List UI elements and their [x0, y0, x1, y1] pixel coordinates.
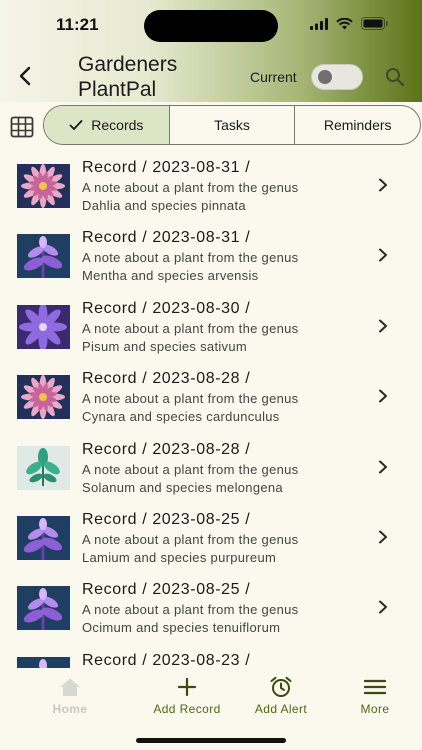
record-note-line: Dahlia and species pinnata [82, 198, 246, 213]
segmented-control: Records Tasks Reminders [43, 105, 421, 145]
segment-label: Reminders [323, 117, 392, 133]
status-icons [310, 17, 388, 30]
record-note-line: A note about a plant from the genus [82, 180, 299, 195]
record-note-line: Ocimum and species tenuiflorum [82, 620, 281, 636]
chevron-right-icon [379, 600, 387, 614]
battery-icon [361, 17, 388, 30]
segment-reminders[interactable]: Reminders [294, 106, 420, 144]
nav-add-record[interactable]: Add Record [137, 676, 237, 716]
plant-thumbnail [17, 656, 70, 668]
record-note-line: A note about a plant from the genus [82, 391, 299, 407]
record-row[interactable]: Record / 2023-08-23 / [0, 644, 422, 668]
record-row[interactable]: Record / 2023-08-30 / A note about a plan… [0, 292, 422, 362]
plant-thumbnail [17, 375, 70, 420]
plant-thumbnail [17, 445, 70, 490]
nav-home[interactable]: Home [20, 676, 120, 716]
app-header: 11:21 Gardeners PlantPal Current [0, 0, 422, 102]
chevron-right-icon [379, 460, 387, 474]
chevron-right-icon [379, 319, 387, 333]
nav-add-alert[interactable]: Add Alert [231, 676, 331, 716]
record-title: Record / 2023-08-31 / [82, 159, 251, 176]
record-row[interactable]: Record / 2023-08-25 / A note about a plan… [0, 503, 422, 573]
record-title: Record / 2023-08-28 / [82, 370, 251, 388]
alarm-clock-icon [270, 676, 292, 697]
dynamic-island [144, 10, 278, 42]
plant-thumbnail [17, 586, 70, 631]
record-note-line: Cynara and species cardunculus [82, 409, 280, 425]
nav-label: More [360, 702, 390, 716]
current-toggle[interactable] [311, 64, 363, 90]
record-title: Record / 2023-08-28 / [82, 440, 251, 458]
plant-thumbnail [17, 164, 70, 208]
record-title: Record / 2023-08-25 / [82, 511, 251, 528]
back-button[interactable] [12, 62, 38, 90]
records-list: Record / 2023-08-31 / A note about a plan… [0, 151, 422, 668]
home-indicator [136, 738, 286, 743]
record-row[interactable]: Record / 2023-08-25 / A note about a plan… [0, 573, 422, 643]
toggle-knob [318, 70, 332, 84]
segment-tasks[interactable]: Tasks [168, 106, 295, 144]
segment-records[interactable]: Records [44, 106, 169, 144]
record-note-line: A note about a plant from the genus [82, 320, 299, 336]
chevron-right-icon [379, 248, 387, 262]
record-row[interactable]: Record / 2023-08-31 / A note about a plan… [0, 151, 422, 221]
signal-icon [310, 17, 328, 30]
current-label: Current [250, 69, 297, 85]
record-title: Record / 2023-08-25 / [82, 581, 251, 599]
record-note-line: Mentha and species arvensis [82, 268, 259, 284]
menu-icon [364, 679, 386, 695]
home-icon [60, 678, 80, 696]
nav-more[interactable]: More [325, 676, 422, 716]
table-grid-icon[interactable] [10, 116, 34, 138]
checkmark-icon [69, 120, 83, 130]
record-title: Record / 2023-08-30 / [82, 299, 251, 317]
nav-label: Add Alert [254, 702, 308, 716]
chevron-right-icon [379, 389, 387, 403]
status-time: 11:21 [56, 15, 99, 34]
record-row[interactable]: Record / 2023-08-31 / A note about a plan… [0, 221, 422, 291]
record-note-line: Pisum and species sativum [82, 338, 248, 354]
wifi-icon [336, 17, 353, 29]
record-title: Record / 2023-08-23 / [82, 651, 251, 668]
record-note-line: Lamium and species purpureum [82, 550, 277, 565]
plant-thumbnail [17, 234, 70, 279]
record-row[interactable]: Record / 2023-08-28 / A note about a plan… [0, 362, 422, 432]
nav-label: Add Record [153, 702, 221, 716]
chevron-right-icon [379, 178, 387, 192]
segment-label: Tasks [214, 117, 250, 133]
plant-thumbnail [17, 516, 70, 560]
record-note-line: Solanum and species melongena [82, 479, 283, 495]
record-note-line: A note about a plant from the genus [82, 250, 299, 266]
record-note-line: A note about a plant from the genus [82, 532, 299, 547]
record-note-line: A note about a plant from the genus [82, 602, 299, 618]
search-icon[interactable] [384, 66, 406, 88]
chevron-right-icon [379, 530, 387, 544]
record-note-line: A note about a plant from the genus [82, 461, 299, 477]
segment-label: Records [91, 117, 144, 133]
plus-icon [177, 677, 197, 697]
record-row[interactable]: Record / 2023-08-28 / A note about a plan… [0, 433, 422, 503]
nav-label: Home [52, 702, 88, 716]
view-switcher: Records Tasks Reminders [0, 103, 422, 151]
app-title: Gardeners PlantPal [78, 53, 178, 101]
plant-thumbnail [17, 304, 70, 349]
record-title: Record / 2023-08-31 / [82, 229, 251, 247]
chevron-left-icon [19, 66, 31, 86]
